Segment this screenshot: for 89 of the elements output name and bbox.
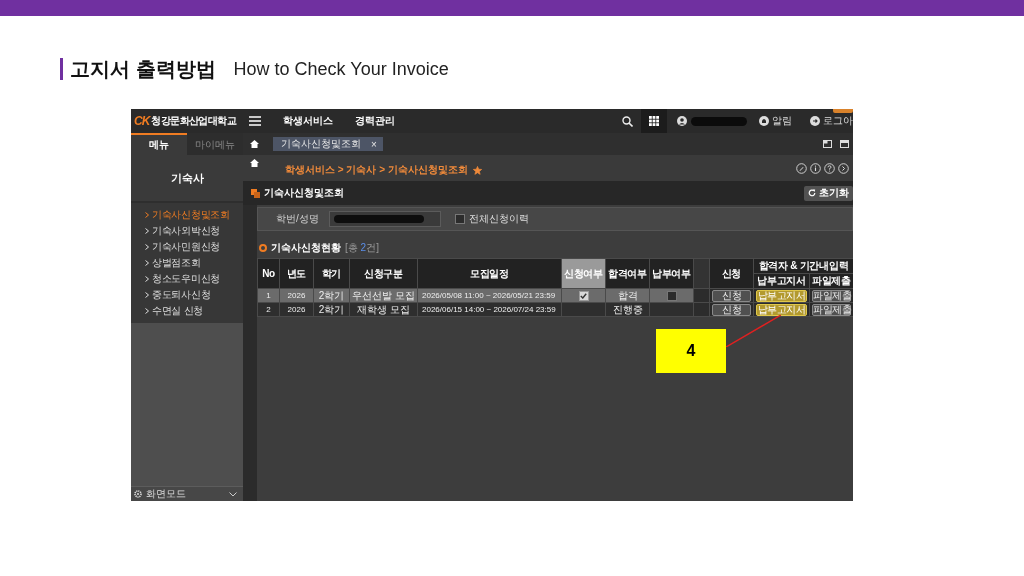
column-header: 신청구분	[349, 258, 418, 289]
column-header: 모집일정	[417, 258, 562, 289]
column-header: 신청여부	[561, 258, 606, 289]
chevron-down-icon	[229, 491, 237, 497]
help-icon	[824, 163, 835, 174]
gear-icon	[134, 490, 142, 498]
menu-icon	[249, 116, 261, 126]
table-cell: 우선선발 모집	[349, 288, 418, 303]
nav-menu-item[interactable]: 경력관리	[355, 114, 395, 128]
column-header: 년도	[279, 258, 314, 289]
sidebar-item[interactable]: 수면실 신청	[131, 303, 243, 319]
checkbox[interactable]	[454, 214, 465, 224]
screen-mode-bar[interactable]: 화면모드	[131, 486, 243, 501]
reset-button[interactable]: 초기화	[804, 185, 853, 201]
redaction-mark	[691, 116, 747, 126]
table-cell: 2026	[279, 302, 314, 317]
total-count: [총 2건]	[345, 241, 379, 255]
chevron-icon	[145, 244, 149, 250]
tick-icon	[580, 292, 587, 299]
sidebar-item[interactable]: 기숙사신청및조회	[131, 207, 243, 223]
chevron-icon	[145, 260, 149, 266]
column-group-header: 합격자 & 기간내입력	[753, 258, 853, 274]
exit-icon	[810, 116, 820, 126]
student-id-field[interactable]	[328, 211, 441, 227]
user-icon	[677, 116, 687, 126]
sidebar-item[interactable]: 상벌점조회	[131, 255, 243, 271]
table-cell: 1	[257, 288, 280, 303]
file-submit-button[interactable]: 파일제출	[812, 289, 851, 302]
sidebar-tab[interactable]: 메뉴	[131, 133, 187, 155]
apply-button[interactable]: 신청	[712, 303, 751, 316]
search-icon	[622, 115, 633, 127]
logout-link[interactable]: 로그아	[823, 114, 853, 128]
page-title: 기숙사신청및조회	[264, 186, 344, 200]
screen-mode-label: 화면모드	[146, 487, 186, 501]
table-cell: 2학기	[313, 302, 350, 317]
ring-icon	[259, 244, 267, 252]
section-title: 기숙사신청현황	[271, 241, 341, 255]
bell-icon	[759, 116, 769, 126]
chevron-icon	[145, 212, 149, 218]
file-submit-button[interactable]: 파일제출	[812, 303, 851, 316]
logo-mark: CK	[134, 114, 150, 128]
column-header: 신청	[709, 258, 754, 289]
table-cell: 재학생 모집	[349, 302, 418, 317]
chevron-circle-icon	[838, 163, 849, 174]
sidebar-item[interactable]: 청소도우미신청	[131, 271, 243, 287]
title-accent-bar	[60, 58, 63, 80]
table-cell: 2학기	[313, 288, 350, 303]
chevron-icon	[145, 228, 149, 234]
pencil-icon	[796, 163, 807, 174]
field-label: 학번/성명	[276, 212, 319, 226]
breadcrumb[interactable]: 학생서비스 > 기숙사 > 기숙사신청및조회	[285, 163, 468, 177]
table-cell: 합격	[605, 288, 650, 303]
chevron-icon	[145, 292, 149, 298]
table-cell: 진행중	[605, 302, 650, 317]
slide-subtitle: How to Check Your Invoice	[233, 58, 449, 80]
refresh-icon	[808, 189, 816, 197]
checkbox-label: 전체신청이력	[468, 212, 529, 226]
checkbox[interactable]	[666, 290, 677, 301]
column-header: 학기	[313, 258, 350, 289]
stacked-squares-icon	[251, 188, 260, 198]
school-name: 청강문화산업대학교	[151, 114, 236, 128]
step-callout: 4	[656, 329, 726, 373]
table-cell: 2026/06/15 14:00 ~ 2026/07/24 23:59	[417, 302, 562, 317]
sidebar-title: 기숙사	[131, 155, 243, 203]
chevron-icon	[145, 276, 149, 282]
notification-link[interactable]: 알림	[772, 114, 792, 128]
sidebar-item[interactable]: 중도퇴사신청	[131, 287, 243, 303]
table-cell: 2026	[279, 288, 314, 303]
grid-icon	[641, 109, 667, 133]
nav-menu-item[interactable]: 학생서비스	[283, 114, 333, 128]
table-cell: 2	[257, 302, 280, 317]
slide-title: 고지서 출력방법	[70, 56, 216, 82]
home-icon	[250, 159, 259, 167]
column-header: 납부여부	[649, 258, 694, 289]
window-icon	[840, 140, 849, 148]
sidebar-item[interactable]: 기숙사외박신청	[131, 223, 243, 239]
column-header: No	[257, 258, 280, 289]
page-tab[interactable]: 기숙사신청및조회 ×	[273, 137, 383, 151]
info-icon	[810, 163, 821, 174]
apply-button[interactable]: 신청	[712, 289, 751, 302]
sidebar-item[interactable]: 기숙사민원신청	[131, 239, 243, 255]
table-cell: 2026/05/08 11:00 ~ 2026/05/21 23:59	[417, 288, 562, 303]
sidebar-tab[interactable]: 마이메뉴	[187, 133, 243, 155]
checkbox[interactable]	[578, 290, 589, 301]
window-icon	[823, 140, 832, 148]
chevron-icon	[145, 308, 149, 314]
column-header: 합격여부	[605, 258, 650, 289]
home-icon	[250, 140, 259, 148]
tab-close-button[interactable]: ×	[371, 138, 377, 150]
